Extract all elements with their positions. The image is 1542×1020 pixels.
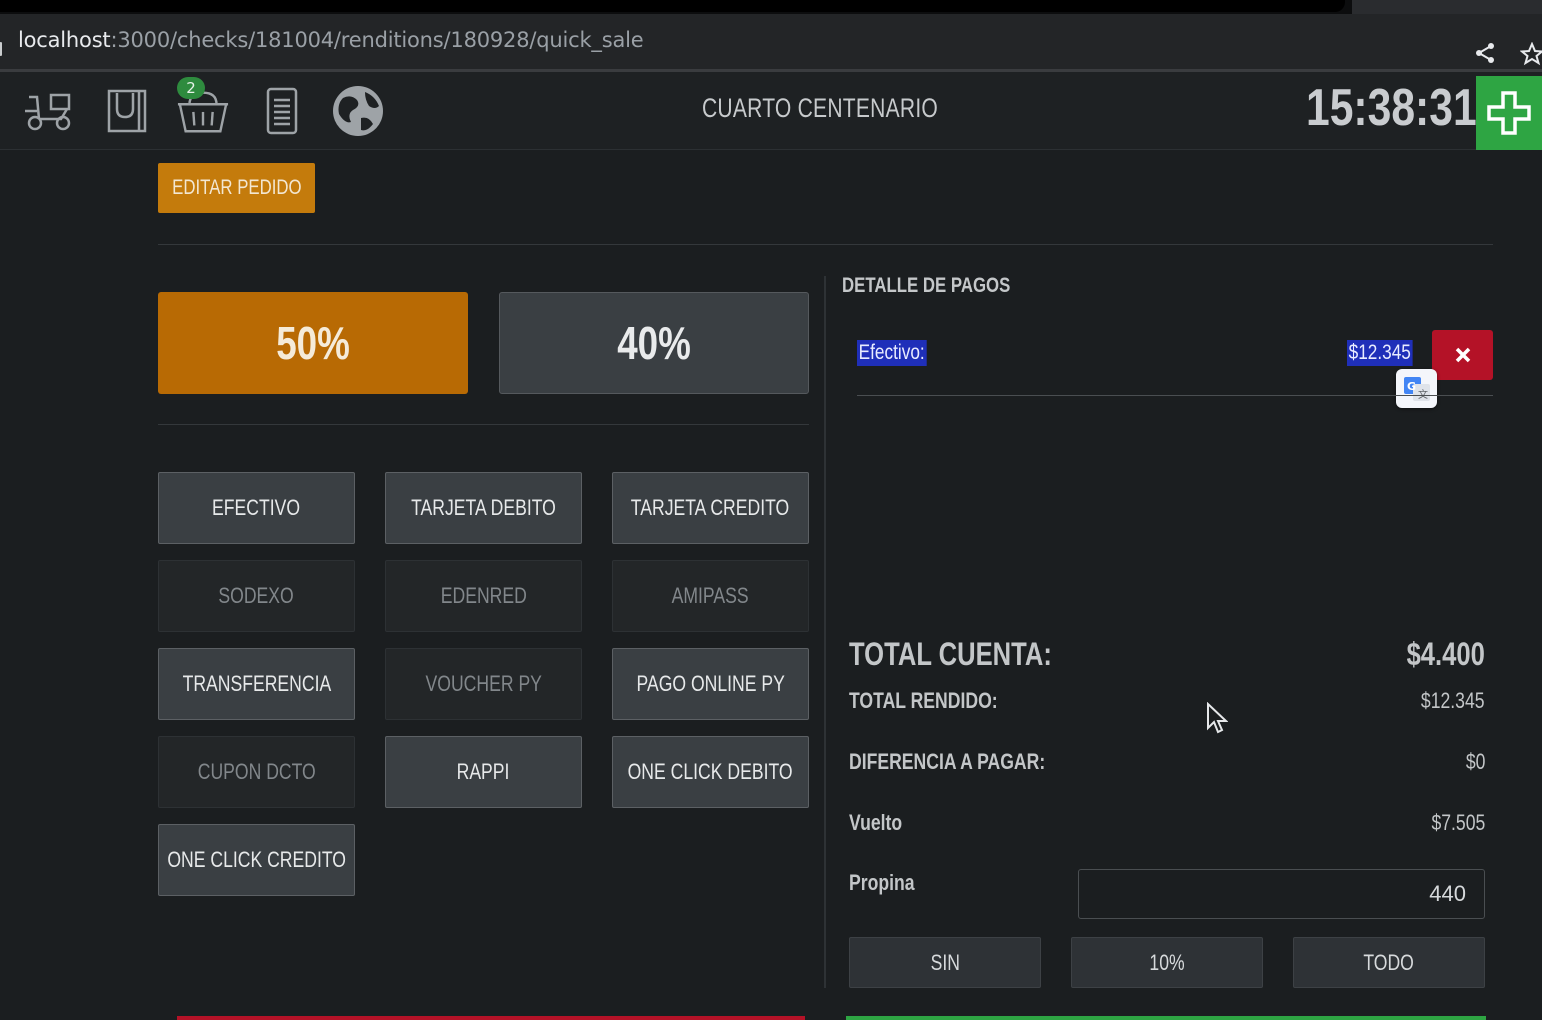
- tip-todo-button[interactable]: TODO: [1293, 937, 1485, 988]
- payment-row-amount: $12.345: [1347, 340, 1413, 366]
- tip-10-percent-button[interactable]: 10%: [1071, 937, 1263, 988]
- url-host: localhost: [18, 28, 111, 52]
- payment-one-click-debito-button[interactable]: ONE CLICK DEBITO: [612, 736, 809, 808]
- payment-row-label: Efectivo:: [857, 340, 927, 366]
- payment-label: ONE CLICK CREDITO: [167, 847, 346, 872]
- tip-sin-label: SIN: [930, 949, 960, 975]
- payment-sodexo-button[interactable]: SODEXO: [158, 560, 355, 632]
- bookmark-star-icon[interactable]: [1519, 41, 1542, 71]
- site-info-icon[interactable]: [0, 42, 4, 56]
- panel-divider: [824, 276, 826, 988]
- payment-label: SODEXO: [218, 583, 295, 608]
- payment-label: CUPON DCTO: [197, 759, 316, 784]
- app-topbar: 2 CUARTO CENTENARIO 15:38:31: [0, 72, 1542, 150]
- percent-50-label: 50%: [276, 317, 350, 369]
- tip-sin-button[interactable]: SIN: [849, 937, 1041, 988]
- payment-label: ONE CLICK DEBITO: [628, 759, 793, 784]
- edit-order-label: EDITAR PEDIDO: [171, 176, 302, 199]
- browser-address-bar[interactable]: localhost:3000/checks/181004/renditions/…: [0, 14, 1542, 69]
- percent-40-button[interactable]: 40%: [499, 292, 809, 394]
- total-rendido-value: $12.345: [1421, 688, 1485, 713]
- total-cuenta-label: TOTAL CUENTA:: [849, 636, 1052, 672]
- payment-label: TARJETA DEBITO: [411, 495, 556, 520]
- globe-icon[interactable]: [331, 86, 385, 136]
- payment-label: VOUCHER PY: [425, 671, 542, 696]
- payment-one-click-credito-button[interactable]: ONE CLICK CREDITO: [158, 824, 355, 896]
- basket-count-badge: 2: [177, 77, 205, 99]
- share-icon[interactable]: [1474, 42, 1496, 69]
- url-text[interactable]: localhost:3000/checks/181004/renditions/…: [18, 28, 644, 52]
- payment-cupon-dcto-button[interactable]: CUPON DCTO: [158, 736, 355, 808]
- payment-label: AMIPASS: [672, 583, 749, 608]
- payment-row-divider: [857, 395, 1493, 396]
- payment-label: EFECTIVO: [212, 495, 301, 520]
- google-translate-icon[interactable]: G文: [1396, 369, 1437, 408]
- payment-details-title: DETALLE DE PAGOS: [842, 274, 1011, 297]
- close-icon: [1455, 347, 1470, 363]
- diferencia-value: $0: [1465, 749, 1485, 774]
- svg-text:G: G: [1407, 380, 1416, 393]
- payment-label: TARJETA CREDITO: [631, 495, 790, 520]
- payment-pago-online-py-button[interactable]: PAGO ONLINE PY: [612, 648, 809, 720]
- edit-order-button[interactable]: EDITAR PEDIDO: [158, 163, 315, 213]
- payment-voucher-py-button[interactable]: VOUCHER PY: [385, 648, 582, 720]
- payment-label: RAPPI: [457, 759, 510, 784]
- payment-tarjeta-credito-button[interactable]: TARJETA CREDITO: [612, 472, 809, 544]
- tip-10-label: 10%: [1149, 949, 1185, 975]
- delete-payment-button[interactable]: [1432, 330, 1493, 380]
- browser-tab-strip: [0, 0, 1542, 14]
- browser-active-tab[interactable]: [0, 0, 1345, 12]
- url-path: :3000/checks/181004/renditions/180928/qu…: [110, 28, 644, 52]
- add-button[interactable]: [1476, 76, 1542, 150]
- vuelto-label: Vuelto: [849, 810, 903, 835]
- payment-rappi-button[interactable]: RAPPI: [385, 736, 582, 808]
- payment-edenred-button[interactable]: EDENRED: [385, 560, 582, 632]
- delivery-scooter-icon[interactable]: [22, 86, 76, 136]
- payment-tarjeta-debito-button[interactable]: TARJETA DEBITO: [385, 472, 582, 544]
- payment-label: PAGO ONLINE PY: [636, 671, 785, 696]
- percent-40-label: 40%: [617, 317, 691, 369]
- propina-label: Propina: [849, 870, 915, 895]
- payment-efectivo-button[interactable]: EFECTIVO: [158, 472, 355, 544]
- confirm-bar[interactable]: [846, 1016, 1486, 1020]
- total-rendido-label: TOTAL RENDIDO:: [849, 688, 998, 713]
- cancel-bar[interactable]: [177, 1016, 805, 1020]
- percent-50-button[interactable]: 50%: [158, 292, 468, 394]
- tip-todo-label: TODO: [1363, 949, 1415, 975]
- clock: 15:38:31: [1306, 79, 1477, 137]
- store-name: CUARTO CENTENARIO: [701, 93, 939, 123]
- payment-transferencia-button[interactable]: TRANSFERENCIA: [158, 648, 355, 720]
- browser-tab[interactable]: [1352, 0, 1542, 14]
- diferencia-label: DIFERENCIA A PAGAR:: [849, 749, 1046, 774]
- payment-label: TRANSFERENCIA: [182, 671, 331, 696]
- svg-text:文: 文: [1418, 388, 1428, 401]
- plus-icon: [1487, 91, 1531, 135]
- mouse-cursor-icon: [1206, 701, 1229, 739]
- total-cuenta-value: $4.400: [1406, 636, 1485, 672]
- receipt-icon[interactable]: [255, 86, 309, 136]
- bag-icon[interactable]: [100, 86, 154, 136]
- payment-amipass-button[interactable]: AMIPASS: [612, 560, 809, 632]
- vuelto-value: $7.505: [1431, 810, 1485, 835]
- payment-label: EDENRED: [440, 583, 527, 608]
- divider: [158, 244, 1493, 245]
- divider: [158, 424, 809, 425]
- propina-input[interactable]: [1078, 869, 1485, 919]
